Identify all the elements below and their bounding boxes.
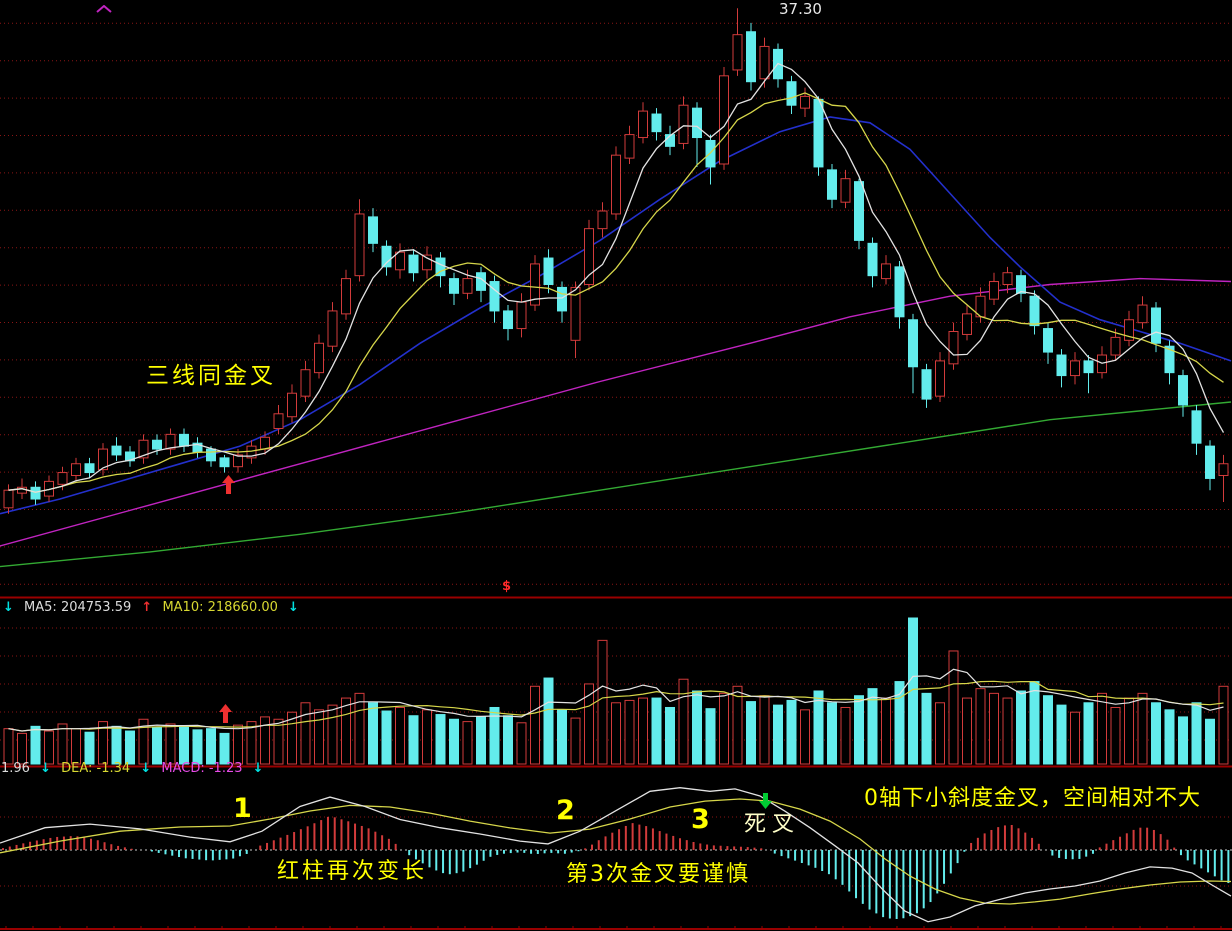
death-cross-label: 死叉 — [744, 814, 800, 836]
dea-trend-down-icon: ↓ — [140, 761, 151, 776]
price-ma-lines — [9, 64, 1224, 493]
ma5-trend-up-icon: ↑ — [141, 600, 152, 615]
golden-cross-marker-2: 2 — [556, 797, 575, 824]
golden-cross-marker-1: 1 — [233, 795, 252, 822]
volume-ma10-value: MA10: 218660.00 — [162, 600, 277, 615]
third-cross-note: 第3次金叉要谨慎 — [566, 864, 750, 886]
golden-cross-annotation: 三线同金叉 — [146, 365, 276, 388]
macd-value: MACD: -1.23 — [161, 761, 242, 776]
dif-trend-down-icon: ↓ — [40, 761, 51, 776]
red-bars-note: 红柱再次变长 — [277, 861, 427, 883]
buy-point-up-arrow-icon — [221, 475, 236, 499]
stock-app-window: 37.30 三线同金叉 $ ↓ MA5: 204753.59 ↑ MA10: 2… — [0, 0, 1232, 931]
ex-dividend-marker: $ — [502, 580, 511, 593]
volume-indicator-header: ↓ MA5: 204753.59 ↑ MA10: 218660.00 ↓ — [3, 601, 305, 614]
zero-axis-note: 0轴下小斜度金叉，空间相对不大 — [864, 788, 1201, 810]
ma5-trend-down-icon: ↓ — [3, 600, 14, 615]
macd-dif-value: 1.96 — [1, 761, 30, 776]
macd-dea-value: DEA: -1.34 — [61, 761, 130, 776]
volume-ma5-value: MA5: 204753.59 — [24, 600, 131, 615]
ma10-trend-down-icon: ↓ — [288, 600, 299, 615]
macd-trend-down-icon: ↓ — [253, 761, 264, 776]
volume-up-arrow-icon — [218, 704, 233, 728]
candlestick-layer — [4, 8, 1228, 513]
golden-cross-marker-3: 3 — [691, 806, 710, 833]
macd-indicator-header: 1.96 ↓ DEA: -1.34 ↓ MACD: -1.23 ↓ — [1, 762, 270, 775]
death-cross-down-arrow-icon — [758, 792, 773, 814]
peak-price-label: 37.30 — [779, 2, 822, 17]
magenta-peak-tick — [96, 0, 112, 16]
